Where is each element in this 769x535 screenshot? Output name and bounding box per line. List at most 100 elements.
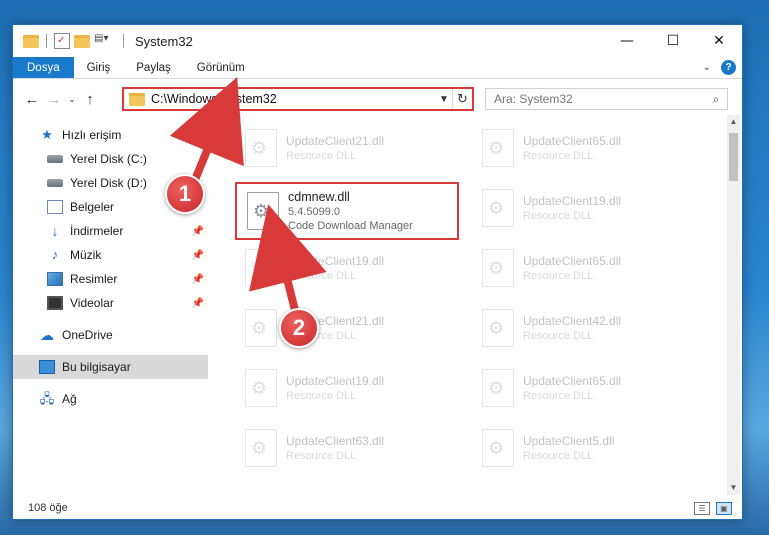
- file-item[interactable]: UpdateClient5.dll Resource DLL: [472, 423, 697, 473]
- file-item[interactable]: UpdateClient65.dll Resource DLL: [472, 123, 697, 173]
- close-button[interactable]: ✕: [696, 25, 742, 57]
- file-description: Resource DLL: [523, 450, 594, 462]
- new-folder-icon[interactable]: [74, 34, 90, 48]
- file-description: Resource DLL: [523, 150, 594, 162]
- tab-share[interactable]: Paylaş: [123, 57, 184, 78]
- tab-home[interactable]: Giriş: [74, 57, 124, 78]
- highlighted-file-item[interactable]: cdmnew.dll 5.4.5099.0 Code Download Mana…: [237, 186, 462, 236]
- dll-file-icon: [247, 192, 279, 230]
- recent-locations-button[interactable]: ⌄: [65, 88, 79, 110]
- dll-file-icon: [482, 189, 514, 227]
- large-icons-view-icon[interactable]: ▣: [716, 502, 732, 515]
- pin-icon[interactable]: 📌: [192, 226, 204, 237]
- details-view-icon[interactable]: ☰: [694, 502, 710, 515]
- sidebar-item-this-pc[interactable]: Bu bilgisayar: [13, 355, 208, 379]
- tab-file[interactable]: Dosya: [13, 57, 74, 78]
- dll-file-icon: [482, 369, 514, 407]
- address-path[interactable]: C:\Windows\System32: [151, 92, 436, 106]
- expand-ribbon-icon[interactable]: ⌄: [703, 62, 711, 73]
- forward-button[interactable]: →: [43, 88, 65, 110]
- toolbar-divider: [46, 34, 47, 48]
- videos-icon: [47, 296, 63, 310]
- search-icon[interactable]: ⌕: [705, 92, 727, 107]
- dll-file-icon: [245, 369, 277, 407]
- file-item[interactable]: UpdateClient19.dll Resource DLL: [235, 363, 460, 413]
- file-name: UpdateClient65.dll: [523, 374, 622, 388]
- sidebar-item-disk-c[interactable]: Yerel Disk (C:): [13, 147, 208, 171]
- file-item[interactable]: UpdateClient21.dllResource DLL: [235, 123, 460, 173]
- view-buttons: ☰ ▣: [694, 502, 732, 515]
- music-icon: ♪: [51, 247, 59, 262]
- window-controls: — ☐ ✕: [604, 25, 742, 57]
- file-version: 5.4.5099.0: [288, 206, 340, 218]
- step-2-badge: 2: [279, 308, 319, 348]
- sidebar-item-downloads[interactable]: ↓ İndirmeler 📌: [13, 219, 208, 243]
- properties-icon[interactable]: ✓: [54, 33, 70, 49]
- up-button[interactable]: ↑: [79, 88, 101, 110]
- file-list: UpdateClient21.dll Resource DLL UpdateCli…: [225, 115, 725, 495]
- sidebar-item-music[interactable]: ♪ Müzik 📌: [13, 243, 208, 267]
- dll-file-icon: [245, 249, 277, 287]
- sidebar-item-network[interactable]: 🖧 Ağ: [13, 387, 208, 411]
- file-item[interactable]: UpdateClient63.dll Resource DLL: [235, 423, 460, 473]
- sidebar-item-label: Videolar: [70, 296, 114, 310]
- scroll-thumb[interactable]: [729, 133, 738, 181]
- sidebar-item-videos[interactable]: Videolar 📌: [13, 291, 208, 315]
- file-item[interactable]: UpdateClient19.dll Resource DLL: [472, 183, 697, 233]
- sidebar-item-quick-access[interactable]: ★ Hızlı erişim: [13, 123, 208, 147]
- onedrive-icon: ☁: [40, 327, 54, 343]
- dll-file-icon: [245, 309, 277, 347]
- sidebar-item-label: İndirmeler: [70, 224, 124, 238]
- drive-icon: [47, 155, 63, 163]
- file-description: Resource DLL: [286, 270, 357, 282]
- file-name: UpdateClient63.dll: [286, 434, 385, 448]
- scroll-down-icon[interactable]: ▼: [727, 481, 740, 495]
- refresh-icon[interactable]: ↻: [452, 89, 472, 109]
- tab-view[interactable]: Görünüm: [184, 57, 258, 78]
- sidebar-item-label: Ağ: [62, 392, 77, 406]
- file-name: UpdateClient5.dll: [523, 434, 615, 448]
- search-input[interactable]: [494, 92, 705, 106]
- folder-icon: [23, 34, 39, 48]
- sidebar-item-onedrive[interactable]: ☁ OneDrive: [13, 323, 208, 347]
- help-icon[interactable]: ?: [721, 60, 736, 75]
- file-item[interactable]: UpdateClient19.dll Resource DLL: [235, 243, 460, 293]
- vertical-scrollbar[interactable]: ▲ ▼: [727, 115, 740, 495]
- file-item[interactable]: UpdateClient42.dll Resource DLL: [472, 303, 697, 353]
- address-bar[interactable]: C:\Windows\System32 ▼ ↻: [122, 87, 474, 111]
- file-item[interactable]: UpdateClient65.dll Resource DLL: [472, 243, 697, 293]
- customize-toolbar-icon[interactable]: ▤▾: [94, 33, 116, 49]
- sidebar-item-pictures[interactable]: Resimler 📌: [13, 267, 208, 291]
- maximize-button[interactable]: ☐: [650, 25, 696, 57]
- downloads-icon: ↓: [51, 223, 59, 239]
- pin-icon[interactable]: 📌: [192, 274, 204, 285]
- this-pc-icon: [39, 360, 55, 374]
- search-box[interactable]: ⌕: [485, 88, 728, 110]
- back-button[interactable]: ←: [21, 88, 43, 110]
- file-description: Resource DLL: [286, 390, 357, 402]
- file-name: UpdateClient19.dll: [286, 254, 385, 268]
- drive-icon: [47, 179, 63, 187]
- dll-file-icon: [482, 249, 514, 287]
- file-item[interactable]: UpdateClient21.dllResource DLL: [235, 303, 460, 353]
- file-description: Resource DLL: [523, 390, 594, 402]
- ribbon-tabs: Dosya Giriş Paylaş Görünüm ⌄ ?: [13, 57, 742, 79]
- file-explorer-window: ✓ ▤▾ System32 — ☐ ✕ Dosya Giriş Paylaş G…: [12, 24, 743, 520]
- status-bar: 108 öğe ☰ ▣: [13, 497, 742, 519]
- pin-icon[interactable]: 📌: [192, 250, 204, 261]
- ribbon-right: ⌄ ?: [703, 57, 742, 78]
- file-description: Resource DLL: [523, 270, 594, 282]
- dll-file-icon: [482, 309, 514, 347]
- pin-icon[interactable]: 📌: [192, 298, 204, 309]
- title-divider: [123, 34, 124, 48]
- minimize-button[interactable]: —: [604, 25, 650, 57]
- item-count: 108 öğe: [28, 502, 68, 514]
- file-description: Resource DLL: [286, 450, 357, 462]
- file-item[interactable]: UpdateClient65.dll Resource DLL: [472, 363, 697, 413]
- sidebar-item-label: Müzik: [70, 248, 102, 262]
- dll-file-icon: [245, 129, 277, 167]
- scroll-up-icon[interactable]: ▲: [727, 115, 740, 129]
- file-description: Resource DLL: [523, 330, 594, 342]
- sidebar-item-label: Bu bilgisayar: [62, 360, 131, 374]
- chevron-down-icon[interactable]: ▼: [436, 94, 452, 105]
